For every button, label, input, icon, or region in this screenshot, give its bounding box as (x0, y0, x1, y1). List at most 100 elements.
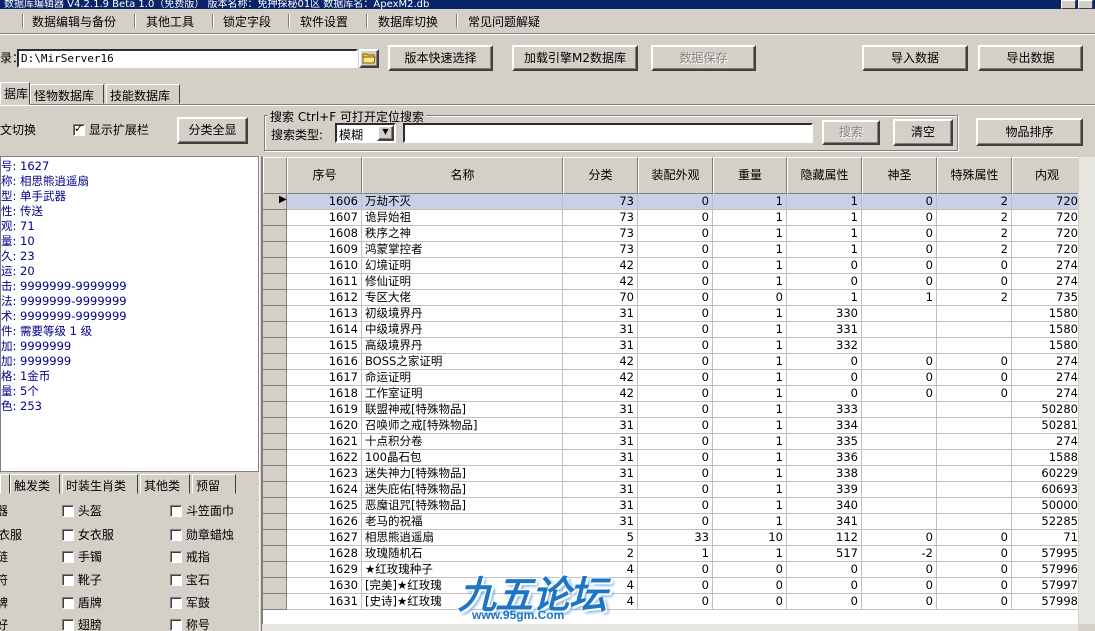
table-cell[interactable]: 0 (638, 466, 713, 482)
table-cell[interactable]: 339 (787, 482, 862, 498)
category-checkbox[interactable]: 头盔 (62, 502, 102, 519)
table-cell[interactable]: 1 (713, 274, 787, 290)
table-cell[interactable]: 1 (787, 210, 862, 226)
table-cell[interactable]: 274 (1012, 258, 1078, 274)
table-cell[interactable]: 274 (1012, 354, 1078, 370)
row-indicator[interactable] (263, 370, 287, 386)
row-indicator[interactable] (263, 578, 287, 594)
table-cell[interactable] (937, 418, 1012, 434)
table-cell[interactable]: 0 (937, 578, 1012, 594)
category-checkbox[interactable]: 翅膀 (62, 616, 102, 631)
menu-faq[interactable]: 常见问题解疑 (468, 13, 540, 30)
table-cell[interactable]: 0 (787, 578, 862, 594)
table-cell[interactable]: 1 (713, 226, 787, 242)
table-cell[interactable]: 720 (1012, 194, 1078, 210)
row-indicator[interactable] (263, 290, 287, 306)
tab-monster-db[interactable]: 怪物数据库 (30, 84, 104, 104)
table-cell[interactable]: 0 (862, 530, 937, 546)
table-cell[interactable]: 1 (713, 402, 787, 418)
table-cell[interactable]: 1619 (287, 402, 362, 418)
table-cell[interactable]: 1580 (1012, 322, 1078, 338)
table-cell[interactable]: 0 (862, 210, 937, 226)
table-cell[interactable]: 274 (1012, 274, 1078, 290)
table-cell[interactable]: 诡异始祖 (362, 210, 563, 226)
table-cell[interactable]: 1 (713, 210, 787, 226)
table-cell[interactable]: 1631 (287, 594, 362, 610)
search-button[interactable]: 搜索 (822, 120, 880, 145)
table-cell[interactable]: 0 (638, 226, 713, 242)
table-cell[interactable]: 2 (937, 242, 1012, 258)
table-cell[interactable] (937, 338, 1012, 354)
menu-settings[interactable]: 软件设置 (300, 13, 348, 30)
row-indicator[interactable] (263, 546, 287, 562)
table-cell[interactable] (937, 322, 1012, 338)
table-cell[interactable]: 42 (563, 274, 638, 290)
table-cell[interactable]: 0 (638, 194, 713, 210)
table-cell[interactable]: 0 (787, 562, 862, 578)
category-checkbox[interactable]: 女衣服 (62, 526, 114, 543)
table-cell[interactable]: 5 (563, 530, 638, 546)
save-data-button[interactable]: 数据保存 (651, 45, 756, 71)
table-cell[interactable]: 专区大佬 (362, 290, 563, 306)
export-data-button[interactable]: 导出数据 (978, 45, 1083, 71)
table-cell[interactable]: 幻境证明 (362, 258, 563, 274)
table-cell[interactable]: 1622 (287, 450, 362, 466)
table-cell[interactable]: 0 (862, 194, 937, 210)
table-cell[interactable]: 0 (638, 322, 713, 338)
table-cell[interactable]: 42 (563, 354, 638, 370)
checkbox-icon[interactable] (170, 597, 182, 609)
table-cell[interactable]: 0 (862, 274, 937, 290)
table-cell[interactable]: 0 (862, 242, 937, 258)
table-cell[interactable]: 0 (862, 594, 937, 610)
column-header[interactable]: 特殊属性 (937, 157, 1012, 194)
table-cell[interactable]: 1623 (287, 466, 362, 482)
category-checkbox[interactable]: 戒指 (170, 548, 210, 565)
category-checkbox[interactable]: 勋章蜡烛 (170, 526, 234, 543)
tab-reserved[interactable]: 预留 (192, 474, 236, 494)
table-cell[interactable]: 0 (937, 370, 1012, 386)
column-header[interactable]: 内观 (1012, 157, 1078, 194)
tab-partial[interactable] (0, 474, 10, 494)
table-cell[interactable] (862, 514, 937, 530)
row-indicator[interactable] (263, 242, 287, 258)
table-cell[interactable]: 0 (937, 594, 1012, 610)
table-cell[interactable]: 0 (638, 402, 713, 418)
table-cell[interactable]: 720 (1012, 242, 1078, 258)
load-m2-db-button[interactable]: 加载引擎M2数据库 (512, 45, 638, 71)
table-cell[interactable]: 相思熊逍遥扇 (362, 530, 563, 546)
table-cell[interactable]: 0 (638, 386, 713, 402)
table-cell[interactable]: 42 (563, 370, 638, 386)
table-cell[interactable] (937, 466, 1012, 482)
table-cell[interactable]: 57995 (1012, 546, 1078, 562)
maximize-button[interactable] (1078, 0, 1093, 9)
row-indicator[interactable] (263, 226, 287, 242)
table-cell[interactable]: 0 (787, 354, 862, 370)
table-cell[interactable]: [史诗]★红玫瑰 (362, 594, 563, 610)
table-cell[interactable]: 召唤师之戒[特殊物品] (362, 418, 563, 434)
table-cell[interactable]: 31 (563, 466, 638, 482)
table-cell[interactable]: 2 (937, 194, 1012, 210)
table-cell[interactable]: 52285 (1012, 514, 1078, 530)
table-cell[interactable]: 2 (937, 210, 1012, 226)
table-cell[interactable]: 0 (862, 578, 937, 594)
table-cell[interactable]: 十点积分卷 (362, 434, 563, 450)
row-indicator[interactable] (263, 530, 287, 546)
tab-trigger[interactable]: 触发类 (10, 474, 60, 494)
table-cell[interactable]: 0 (862, 226, 937, 242)
category-checkbox[interactable]: 器 (0, 502, 8, 519)
table-cell[interactable]: 0 (787, 594, 862, 610)
table-cell[interactable]: 0 (638, 434, 713, 450)
table-cell[interactable]: 0 (862, 354, 937, 370)
table-cell[interactable]: 0 (937, 274, 1012, 290)
table-cell[interactable]: 1608 (287, 226, 362, 242)
column-header[interactable]: 序号 (287, 157, 362, 194)
table-cell[interactable] (937, 514, 1012, 530)
folder-browse-button[interactable] (359, 49, 379, 68)
minimize-button[interactable] (1061, 0, 1076, 9)
checkbox-icon[interactable] (62, 551, 74, 563)
table-cell[interactable]: 338 (787, 466, 862, 482)
table-cell[interactable]: 1624 (287, 482, 362, 498)
table-cell[interactable]: 1 (713, 338, 787, 354)
row-indicator[interactable] (263, 482, 287, 498)
table-cell[interactable]: 万劫不灭 (362, 194, 563, 210)
